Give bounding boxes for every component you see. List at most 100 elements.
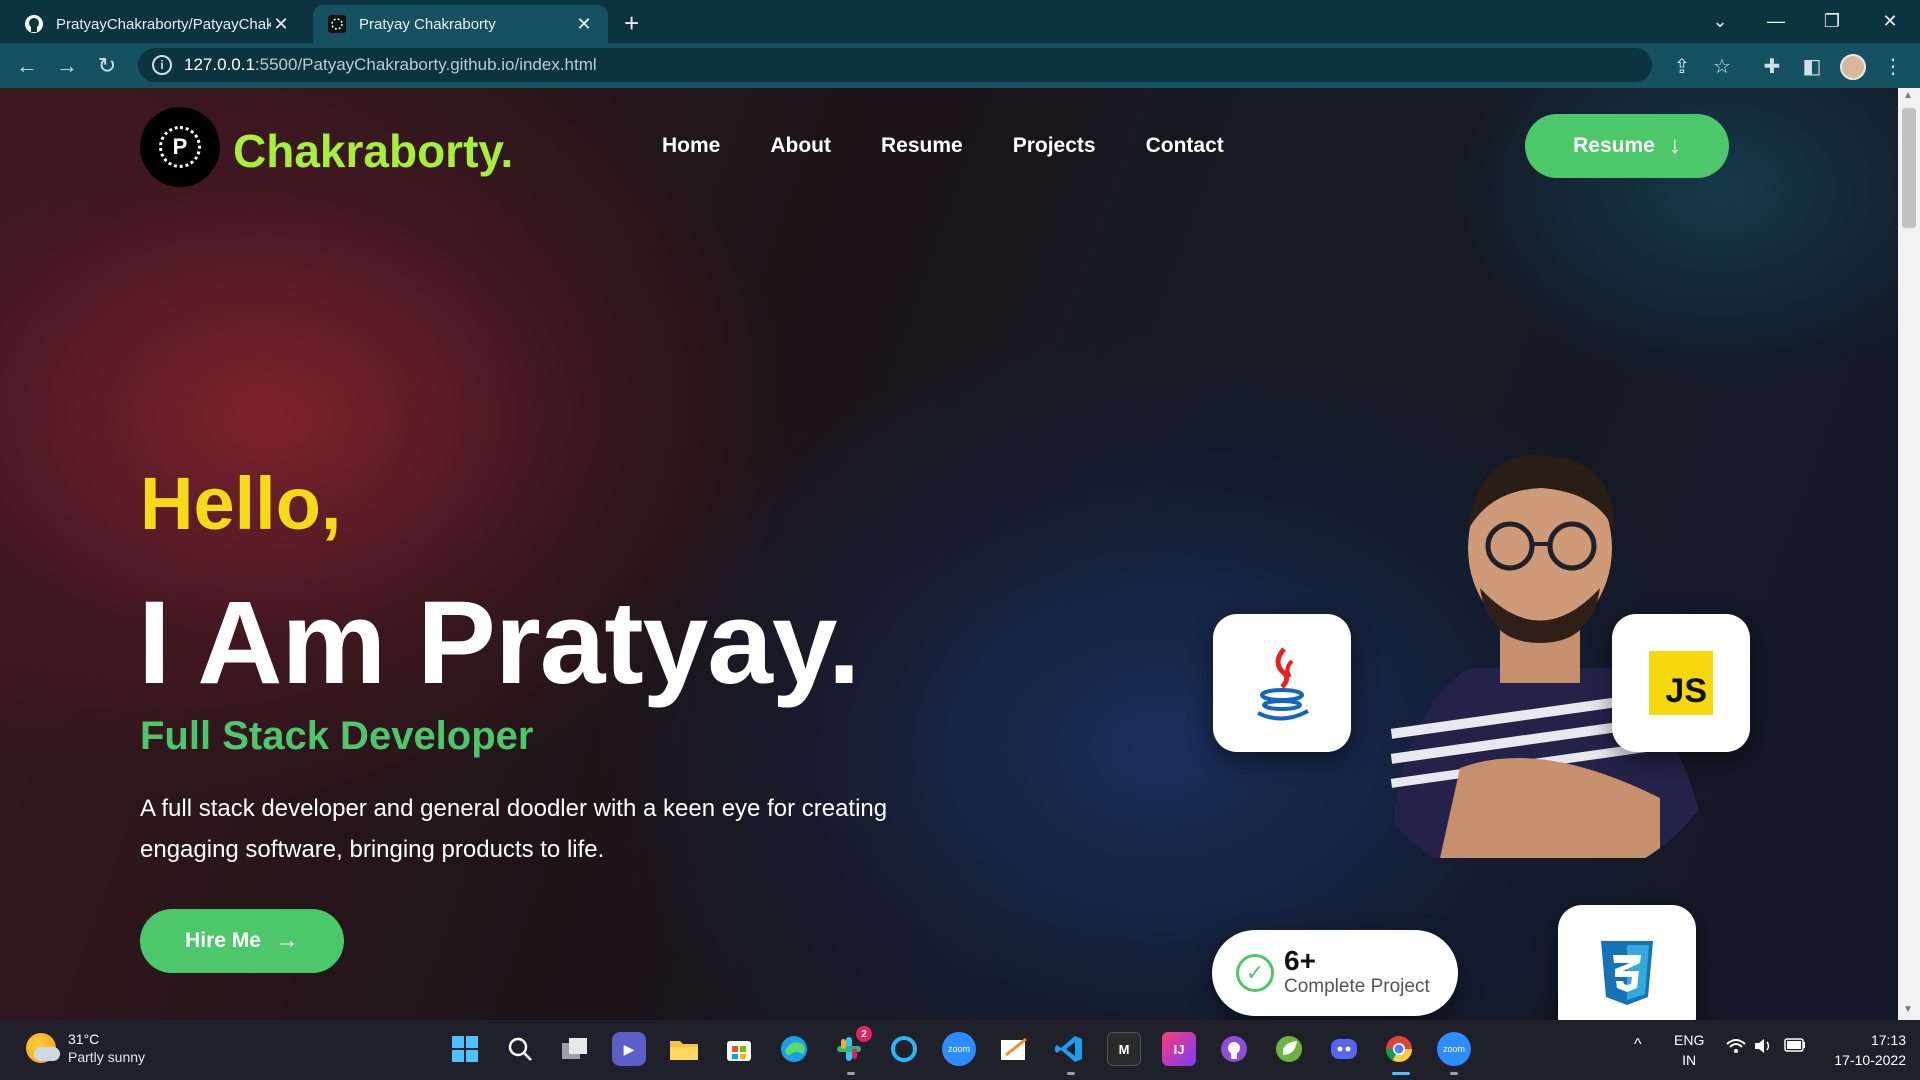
weather-widget[interactable]: 31°C Partly sunny <box>26 1030 145 1066</box>
close-tab-icon[interactable]: ✕ <box>574 14 594 35</box>
tab-search-icon[interactable]: ⌄ <box>1692 0 1748 43</box>
hero-greeting: Hello, <box>140 462 342 545</box>
extensions-icon[interactable]: ✚ <box>1759 53 1785 79</box>
nav-home[interactable]: Home <box>662 134 720 158</box>
zoom-icon[interactable]: zoom <box>1437 1032 1471 1066</box>
app-running-indicator <box>1450 1072 1458 1075</box>
tab-github[interactable]: PratyayChakraborty/PatyayChakr ✕ <box>10 5 305 43</box>
nav-contact[interactable]: Contact <box>1146 134 1224 158</box>
css-skill-card <box>1558 905 1696 1020</box>
scroll-down-icon[interactable]: ▼ <box>1903 1004 1913 1015</box>
browser-toolbar: ← → ↻ i 127.0.0.1:5500/PatyayChakraborty… <box>0 43 1920 88</box>
volume-icon[interactable] <box>1754 1038 1774 1057</box>
project-count-label: Complete Project <box>1284 976 1430 997</box>
menu-icon[interactable]: ⋮ <box>1880 53 1906 79</box>
new-tab-button[interactable]: + <box>624 8 639 39</box>
slack-icon[interactable]: 2 <box>832 1026 872 1066</box>
hero-description: A full stack developer and general doodl… <box>140 795 888 863</box>
slack-badge: 2 <box>856 1026 872 1042</box>
zoom-icon[interactable]: zoom <box>942 1032 976 1066</box>
url-path: :5500/PatyayChakraborty.github.io/index.… <box>254 55 597 74</box>
resume-download-button[interactable]: Resume ↓ <box>1525 114 1729 178</box>
resume-button-label: Resume <box>1573 134 1655 157</box>
star-icon[interactable]: ☆ <box>1709 53 1735 79</box>
github-icon <box>24 14 44 34</box>
microsoft-store-icon[interactable] <box>722 1032 756 1066</box>
hero-role: Full Stack Developer <box>140 714 534 758</box>
arrow-down-icon: ↓ <box>1668 132 1681 159</box>
sidebar-icon[interactable]: ◧ <box>1799 53 1825 79</box>
nav-projects[interactable]: Projects <box>1013 134 1096 158</box>
site-logo[interactable]: P <box>140 107 220 187</box>
language-indicator[interactable]: ENG IN <box>1674 1030 1704 1070</box>
language-code: ENG <box>1674 1032 1705 1048</box>
check-circle-icon: ✓ <box>1236 954 1274 992</box>
spring-icon[interactable] <box>1272 1032 1306 1066</box>
address-bar[interactable]: i 127.0.0.1:5500/PatyayChakraborty.githu… <box>138 48 1652 82</box>
discord-icon[interactable] <box>1327 1032 1361 1066</box>
share-icon[interactable]: ⇪ <box>1669 53 1695 79</box>
tab-title: Pratyay Chakraborty <box>359 15 496 33</box>
wifi-icon[interactable] <box>1726 1038 1746 1057</box>
cortana-icon[interactable] <box>887 1032 921 1066</box>
search-icon[interactable] <box>503 1032 537 1066</box>
back-icon[interactable]: ← <box>14 53 40 79</box>
java-icon <box>1257 647 1309 721</box>
site-favicon <box>327 14 347 34</box>
tab-title: PratyayChakraborty/PatyayChakr <box>56 15 271 33</box>
tab-portfolio[interactable]: Pratyay Chakraborty ✕ <box>313 5 608 43</box>
task-view-icon[interactable] <box>558 1032 592 1066</box>
battery-icon[interactable] <box>1784 1038 1806 1055</box>
file-explorer-icon[interactable] <box>667 1032 701 1066</box>
minimize-icon[interactable]: — <box>1748 0 1804 43</box>
app-running-indicator <box>847 1072 855 1075</box>
chrome-icon[interactable] <box>1382 1032 1416 1066</box>
forward-icon[interactable]: → <box>54 53 80 79</box>
project-count-card: ✓ 6+ Complete Project <box>1212 930 1458 1016</box>
weather-temp: 31°C <box>68 1031 100 1047</box>
browser-tab-bar: PratyayChakraborty/PatyayChakr ✕ Pratyay… <box>0 0 1920 43</box>
nav-resume[interactable]: Resume <box>881 134 963 158</box>
region-code: IN <box>1682 1052 1697 1068</box>
close-window-icon[interactable]: ✕ <box>1862 0 1918 43</box>
whiteboard-icon[interactable] <box>997 1032 1031 1066</box>
css3-icon <box>1601 941 1653 1005</box>
teams-chat-icon[interactable]: ▶ <box>612 1032 646 1066</box>
windows-start-icon[interactable] <box>448 1032 482 1066</box>
url-host: 127.0.0.1 <box>184 55 255 74</box>
logo-letter: P <box>159 126 201 168</box>
close-tab-icon[interactable]: ✕ <box>271 14 291 35</box>
app-active-indicator <box>1392 1072 1410 1075</box>
javascript-icon: JS <box>1649 651 1713 715</box>
site-info-icon[interactable]: i <box>152 55 172 75</box>
page-scrollbar[interactable]: ▲ ▼ <box>1898 88 1920 1020</box>
app-running-indicator <box>1067 1072 1075 1075</box>
intellij-icon[interactable]: IJ <box>1162 1032 1196 1066</box>
markdown-app-icon[interactable]: M <box>1107 1032 1141 1066</box>
java-skill-card <box>1213 614 1351 752</box>
portfolio-page: P Chakraborty. Home About Resume Project… <box>0 88 1898 1020</box>
github-desktop-icon[interactable] <box>1217 1032 1251 1066</box>
vscode-icon[interactable] <box>1052 1032 1086 1066</box>
javascript-skill-card: JS <box>1612 614 1750 752</box>
scrollbar-thumb[interactable] <box>1902 108 1916 228</box>
tray-overflow-icon[interactable]: ^ <box>1634 1036 1642 1054</box>
project-count: 6+ <box>1284 945 1316 976</box>
restore-icon[interactable]: ❐ <box>1804 0 1860 43</box>
system-clock[interactable]: 17:13 17-10-2022 <box>1826 1030 1906 1070</box>
hire-me-label: Hire Me <box>185 929 261 952</box>
arrow-right-icon: → <box>274 927 299 954</box>
main-nav: Home About Resume Projects Contact <box>662 134 1274 158</box>
hire-me-button[interactable]: Hire Me → <box>140 909 344 973</box>
clock-date: 17-10-2022 <box>1834 1052 1906 1068</box>
nav-about[interactable]: About <box>770 134 831 158</box>
scroll-up-icon[interactable]: ▲ <box>1903 90 1913 101</box>
hero-headline: I Am Pratyay. <box>138 577 861 709</box>
partly-sunny-icon <box>26 1033 60 1063</box>
brand-name[interactable]: Chakraborty. <box>233 124 513 178</box>
edge-icon[interactable] <box>777 1032 811 1066</box>
clock-time: 17:13 <box>1870 1032 1906 1048</box>
profile-avatar[interactable] <box>1840 54 1866 80</box>
reload-icon[interactable]: ↻ <box>94 53 120 79</box>
weather-condition: Partly sunny <box>68 1049 146 1065</box>
